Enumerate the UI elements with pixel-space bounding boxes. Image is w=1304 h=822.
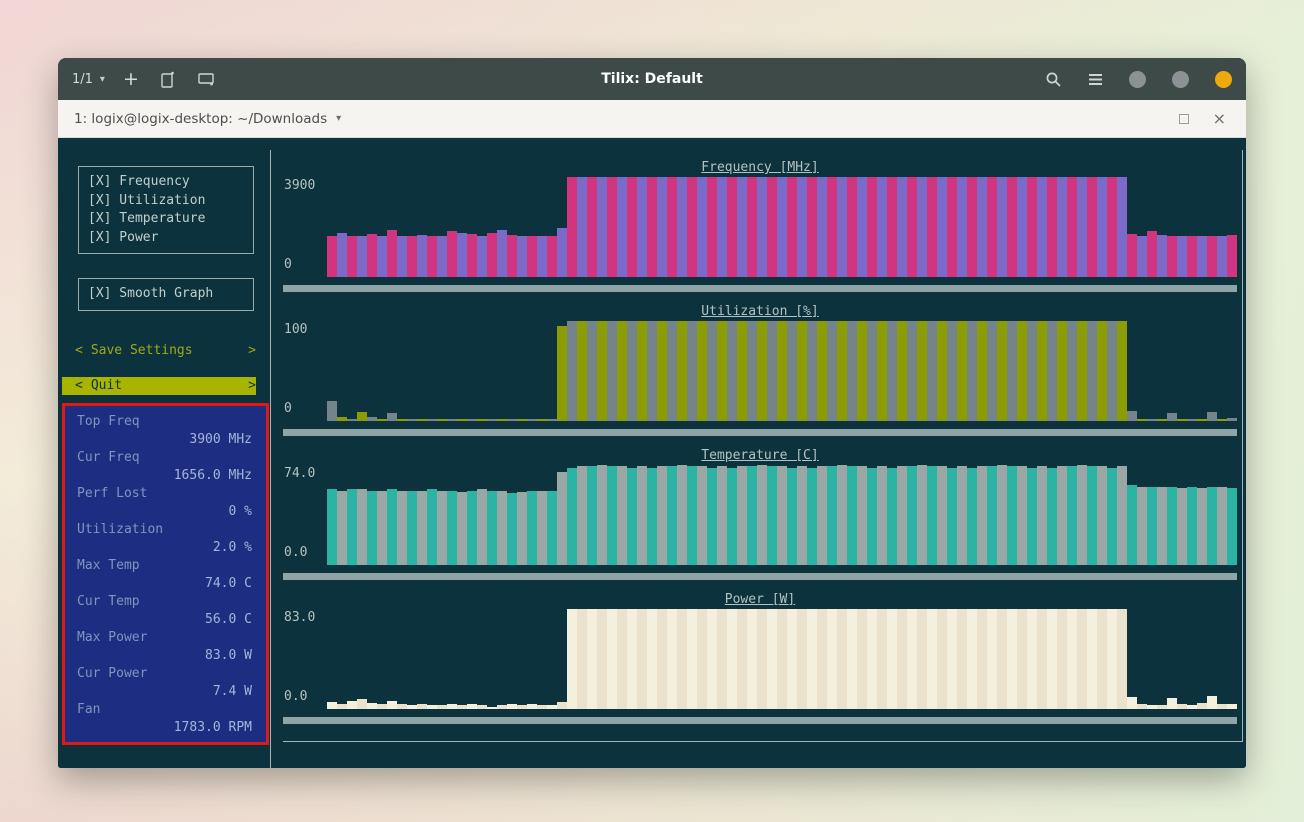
y-axis-labels: 3900 0 — [283, 177, 327, 277]
chart-title: Power [W] — [283, 592, 1237, 607]
stat-row: Cur Power 7.4 W — [65, 665, 266, 701]
bar-series — [327, 609, 1237, 709]
y-axis-labels: 74.0 0.0 — [283, 465, 327, 565]
stat-row: Cur Temp 56.0 C — [65, 593, 266, 629]
bar-series — [327, 465, 1237, 565]
window-maximize-button[interactable] — [1172, 71, 1189, 88]
new-tab-button[interactable]: + — [123, 70, 139, 89]
hamburger-menu-icon — [1088, 73, 1103, 86]
y-axis-labels: 100 0 — [283, 321, 327, 421]
tab-counter-label: 1/1 — [72, 72, 93, 87]
search-button[interactable] — [1045, 71, 1062, 88]
graph-toggle-power[interactable]: [X] Power — [88, 229, 244, 248]
y-min-label: 0 — [284, 257, 327, 272]
terminal-maximize-button[interactable] — [1179, 114, 1189, 124]
stat-row: Max Temp 74.0 C — [65, 557, 266, 593]
new-window-icon — [161, 71, 176, 88]
window-close-button[interactable] — [1215, 71, 1232, 88]
stat-value: 1656.0 MHz — [65, 467, 266, 485]
save-settings-label: Save Settings — [91, 342, 248, 360]
stat-row: Perf Lost 0 % — [65, 485, 266, 521]
split-terminal-icon — [198, 72, 216, 87]
save-settings-button[interactable]: < Save Settings > — [62, 342, 256, 360]
terminal-tabbar: 1: logix@logix-desktop: ~/Downloads ▾ × — [58, 100, 1246, 138]
graph-toggle-utilization[interactable]: [X] Utilization — [88, 192, 244, 211]
terminal-tab-title-dropdown[interactable]: 1: logix@logix-desktop: ~/Downloads ▾ — [74, 111, 341, 127]
y-axis-labels: 83.0 0.0 — [283, 609, 327, 709]
graph-toggle-frequency[interactable]: [X] Frequency — [88, 173, 244, 192]
stat-label: Top Freq — [65, 413, 266, 431]
save-settings-prefix: < — [75, 342, 83, 360]
stat-label: Fan — [65, 701, 266, 719]
graph-scrollbar — [283, 717, 1237, 724]
window-minimize-button[interactable] — [1129, 71, 1146, 88]
stat-row: Max Power 83.0 W — [65, 629, 266, 665]
stui-graphs: Frequency [MHz] 3900 0 Utilization [%] 1… — [283, 150, 1243, 742]
stat-label: Perf Lost — [65, 485, 266, 503]
graph-scrollbar — [283, 429, 1237, 436]
y-max-label: 74.0 — [284, 466, 327, 481]
graph-scrollbar — [283, 573, 1237, 580]
chart-utilization: Utilization [%] 100 0 — [283, 304, 1237, 448]
terminal-tab-title: 1: logix@logix-desktop: ~/Downloads — [74, 111, 327, 127]
stat-value: 56.0 C — [65, 611, 266, 629]
stat-value: 83.0 W — [65, 647, 266, 665]
y-max-label: 3900 — [284, 178, 327, 193]
stat-row: Fan 1783.0 RPM — [65, 701, 266, 737]
graph-toggle-box: [X] Frequency [X] Utilization [X] Temper… — [78, 166, 254, 254]
stat-value: 2.0 % — [65, 539, 266, 557]
save-settings-suffix: > — [248, 342, 256, 360]
y-min-label: 0.0 — [284, 689, 327, 704]
chart-title: Frequency [MHz] — [283, 160, 1237, 175]
y-max-label: 100 — [284, 322, 327, 337]
split-terminal-button[interactable] — [198, 72, 216, 87]
stat-label: Cur Power — [65, 665, 266, 683]
stat-row: Top Freq 3900 MHz — [65, 413, 266, 449]
stat-label: Max Power — [65, 629, 266, 647]
chart-title: Utilization [%] — [283, 304, 1237, 319]
quit-label: Quit — [91, 377, 248, 395]
chart-power: Power [W] 83.0 0.0 — [283, 592, 1237, 736]
bar-series — [327, 177, 1237, 277]
quit-suffix: > — [248, 377, 256, 395]
menu-button[interactable] — [1088, 73, 1103, 86]
graph-scrollbar — [283, 285, 1237, 292]
smooth-graph-toggle[interactable]: [X] Smooth Graph — [88, 285, 244, 304]
stat-label: Utilization — [65, 521, 266, 539]
stat-value: 1783.0 RPM — [65, 719, 266, 737]
chart-temperature: Temperature [C] 74.0 0.0 — [283, 448, 1237, 592]
smooth-graph-toggle-box: [X] Smooth Graph — [78, 278, 254, 311]
stat-value: 0 % — [65, 503, 266, 521]
stat-label: Cur Temp — [65, 593, 266, 611]
y-min-label: 0 — [284, 401, 327, 416]
chart-frequency: Frequency [MHz] 3900 0 — [283, 160, 1237, 304]
stat-value: 74.0 C — [65, 575, 266, 593]
bar-series — [327, 321, 1237, 421]
new-window-button[interactable] — [161, 71, 176, 88]
y-max-label: 83.0 — [284, 610, 327, 625]
stat-value: 3900 MHz — [65, 431, 266, 449]
stat-label: Cur Freq — [65, 449, 266, 467]
stat-row: Utilization 2.0 % — [65, 521, 266, 557]
terminal-content: [X] Frequency [X] Utilization [X] Temper… — [58, 138, 1246, 768]
stat-value: 7.4 W — [65, 683, 266, 701]
quit-button[interactable]: < Quit > — [62, 377, 256, 395]
tilix-window: 1/1 ▾ + — [58, 58, 1246, 768]
chevron-down-icon: ▾ — [100, 74, 105, 85]
stat-label: Max Temp — [65, 557, 266, 575]
y-min-label: 0.0 — [284, 545, 327, 560]
terminal-close-button[interactable]: × — [1213, 111, 1226, 127]
chevron-down-icon: ▾ — [336, 113, 341, 124]
titlebar: 1/1 ▾ + — [58, 58, 1246, 100]
stui-sidebar: [X] Frequency [X] Utilization [X] Temper… — [62, 150, 271, 768]
graph-toggle-temperature[interactable]: [X] Temperature — [88, 210, 244, 229]
chart-title: Temperature [C] — [283, 448, 1237, 463]
tab-counter-dropdown[interactable]: 1/1 ▾ — [72, 72, 105, 87]
stats-panel: Top Freq 3900 MHz Cur Freq 1656.0 MHz Pe… — [62, 403, 269, 745]
stat-row: Cur Freq 1656.0 MHz — [65, 449, 266, 485]
search-icon — [1045, 71, 1062, 88]
quit-prefix: < — [75, 377, 83, 395]
